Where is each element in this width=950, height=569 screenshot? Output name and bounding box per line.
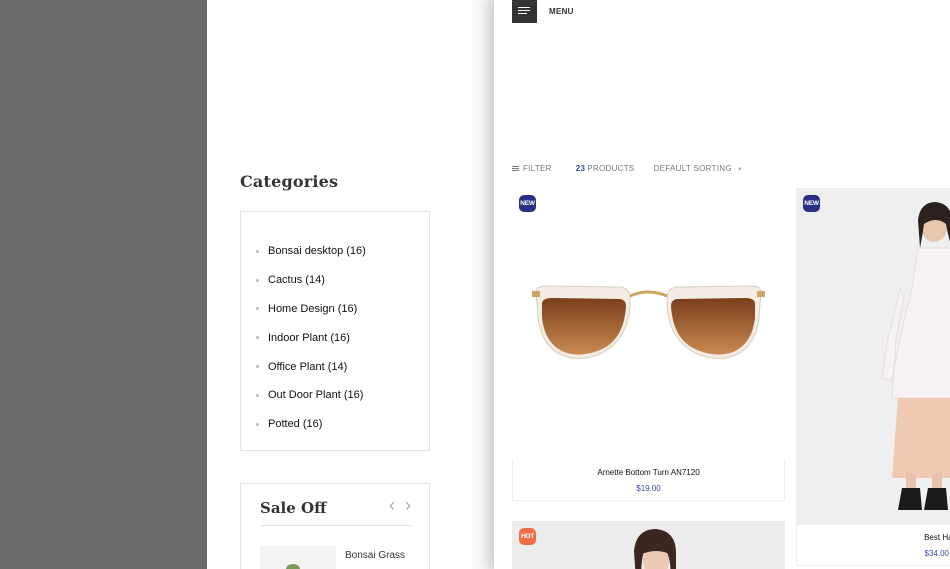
category-label: Office Plant (14): [268, 360, 348, 373]
product-count-number: 23: [575, 164, 586, 173]
category-label: Bonsai desktop (16): [268, 245, 366, 258]
categories-list: Bonsai desktop (16) Cactus (14) Home Des…: [256, 237, 366, 439]
hamburger-icon-line: [518, 13, 527, 14]
product-name[interactable]: Arnette Bottom Turn AN7120: [513, 468, 784, 477]
product-card[interactable]: NEW Best Hairstyl $34.00: [796, 188, 950, 566]
category-item-indoor-plant[interactable]: Indoor Plant (16): [256, 323, 366, 352]
hot-badge: HOT: [519, 528, 536, 545]
product-card[interactable]: HOT: [512, 521, 785, 569]
sale-item-name[interactable]: Bonsai Grass: [345, 550, 405, 561]
bullet-icon: [256, 278, 259, 282]
shop-toolbar: FILTER 23 PRODUCTS DEFAULT SORTING ▼: [512, 164, 743, 173]
model-image: [881, 202, 950, 510]
product-price: $34.00: [924, 549, 949, 558]
sort-label: DEFAULT SORTING: [653, 164, 732, 173]
product-count-label: PRODUCTS: [587, 164, 635, 173]
filter-sidebar: Categories Bonsai desktop (16) Cactus (1…: [207, 0, 494, 569]
sunglasses-image: [532, 285, 765, 359]
filter-button[interactable]: FILTER: [512, 164, 552, 173]
bullet-icon: [256, 422, 259, 426]
category-item-out-door-plant[interactable]: Out Door Plant (16): [256, 381, 366, 410]
panel-shadow: [470, 0, 494, 569]
product-image[interactable]: NEW: [796, 188, 950, 525]
bullet-icon: [256, 393, 259, 397]
category-item-cactus[interactable]: Cactus (14): [256, 266, 366, 295]
product-count: 23 PRODUCTS: [576, 164, 635, 173]
bullet-icon: [256, 336, 259, 340]
chevron-down-icon: ▼: [736, 167, 744, 173]
category-item-bonsai-desktop[interactable]: Bonsai desktop (16): [256, 237, 366, 266]
product-image[interactable]: NEW: [512, 188, 785, 460]
sale-off-title: Sale Off: [260, 499, 327, 517]
product-price: $19.00: [636, 484, 661, 493]
bullet-icon: [256, 365, 259, 369]
product-info: Arnette Bottom Turn AN7120 $19.00: [512, 460, 785, 501]
sort-dropdown[interactable]: DEFAULT SORTING ▼: [654, 164, 744, 173]
category-item-office-plant[interactable]: Office Plant (14): [256, 352, 366, 381]
product-name[interactable]: Best Hairstyl: [797, 533, 950, 542]
filter-icon: [512, 165, 519, 172]
bullet-icon: [256, 307, 259, 311]
new-badge: NEW: [803, 195, 820, 212]
bullet-icon: [256, 249, 259, 253]
category-label: Home Design (16): [268, 302, 358, 315]
new-badge: NEW: [519, 195, 536, 212]
sale-off-nav: ‹ ›: [389, 496, 411, 514]
page-overlay[interactable]: [0, 0, 207, 569]
category-item-home-design[interactable]: Home Design (16): [256, 295, 366, 324]
categories-title: Categories: [240, 172, 339, 191]
category-label: Cactus (14): [268, 274, 325, 287]
product-image[interactable]: HOT: [512, 521, 785, 569]
plant-image: [286, 564, 300, 569]
menu-toggle-button[interactable]: [512, 0, 537, 23]
divider: [260, 525, 411, 526]
menu-label[interactable]: MENU: [549, 7, 574, 16]
product-info: Best Hairstyl $34.00: [796, 525, 950, 566]
hamburger-icon-line: [518, 10, 530, 11]
main-content: MENU FILTER 23 PRODUCTS DEFAULT SORTING ▼: [494, 0, 950, 569]
hamburger-icon: [518, 7, 530, 8]
category-label: Potted (16): [268, 418, 323, 431]
chevron-left-icon[interactable]: ‹: [389, 496, 395, 514]
sale-item-thumbnail[interactable]: [260, 546, 336, 569]
category-item-potted[interactable]: Potted (16): [256, 410, 366, 439]
filter-label: FILTER: [523, 164, 552, 173]
chevron-right-icon[interactable]: ›: [405, 496, 411, 514]
model-image: [634, 529, 676, 569]
category-label: Out Door Plant (16): [268, 389, 364, 402]
category-label: Indoor Plant (16): [268, 331, 350, 344]
sale-off-widget: Sale Off ‹ › Bonsai Grass: [240, 483, 430, 569]
product-card[interactable]: NEW Arnette Bottom Turn AN7120 $19.00: [512, 188, 785, 501]
categories-box: Bonsai desktop (16) Cactus (14) Home Des…: [240, 211, 430, 451]
